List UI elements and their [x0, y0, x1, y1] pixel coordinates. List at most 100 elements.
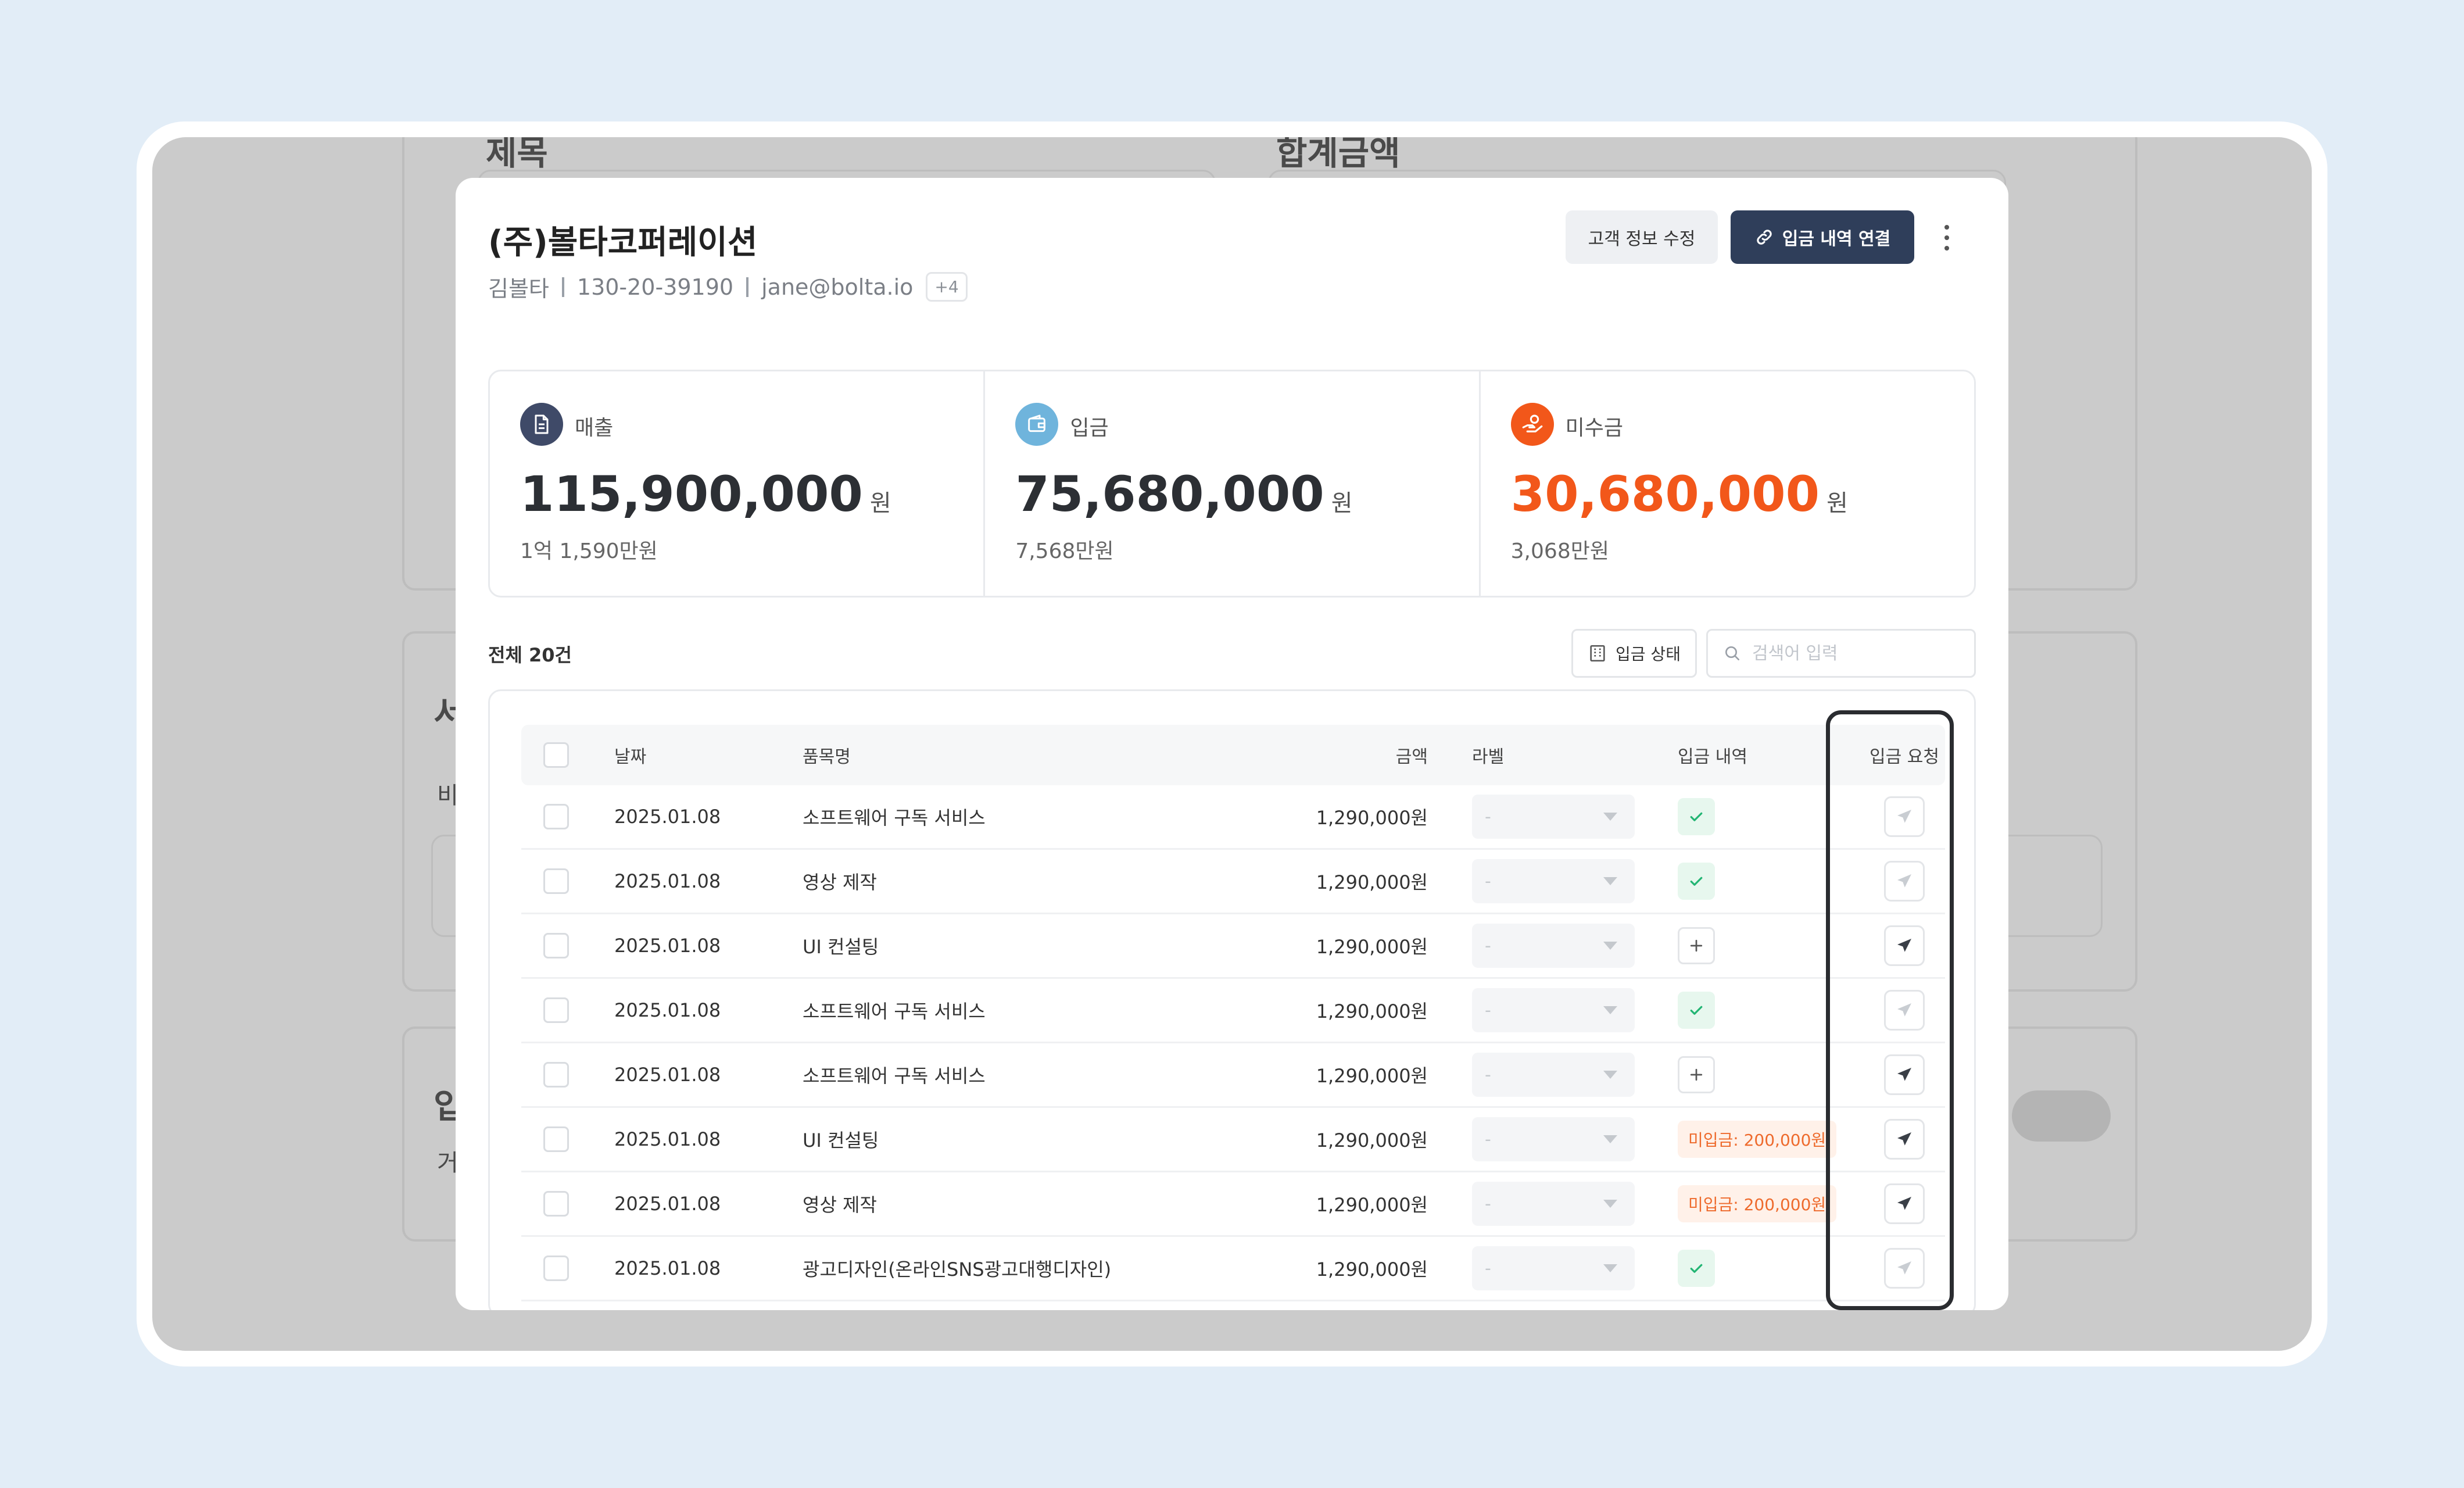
row-deposit-cell [1678, 850, 1715, 913]
unpaid-badge[interactable]: 미입금: 200,000원 [1678, 1185, 1837, 1222]
header-item: 품목명 [803, 747, 851, 767]
deposit-value-korean: 7,568만원 [1015, 539, 1114, 563]
customer-business-number: 130-20-39190 [576, 274, 734, 300]
deposit-matched-check-icon[interactable] [1678, 798, 1715, 835]
chevron-down-icon [1603, 942, 1617, 950]
row-date: 2025.01.08 [614, 1257, 721, 1279]
link-icon [1757, 230, 1772, 245]
row-date: 2025.01.08 [614, 806, 721, 828]
deposit-matched-check-icon[interactable] [1678, 1250, 1715, 1287]
receivable-card: 미수금 30,680,000 원 3,068만원 [1478, 371, 1974, 596]
row-label-cell: - [1472, 1172, 1635, 1235]
label-select-value: - [1485, 806, 1491, 827]
row-date: 2025.01.08 [614, 870, 721, 892]
label-select[interactable]: - [1472, 795, 1635, 839]
row-checkbox[interactable] [543, 1256, 569, 1281]
row-checkbox[interactable] [543, 1062, 569, 1088]
table-row[interactable]: 2025.01.08 소프트웨어 구독 서비스 1,290,000원 - [521, 1043, 1945, 1108]
row-item-name: UI 컨설팅 [803, 936, 879, 958]
table-row[interactable]: 2025.01.08 광고디자인(온라인SNS광고대행디자인) 1,290,000원… [521, 1237, 1945, 1301]
label-select[interactable]: - [1472, 1117, 1635, 1161]
row-item-name: 영상 제작 [803, 1194, 877, 1216]
row-amount: 1,290,000원 [1316, 807, 1428, 829]
row-checkbox[interactable] [543, 933, 569, 958]
unpaid-badge[interactable]: 미입금: 200,000원 [1678, 1121, 1837, 1158]
label-select[interactable]: - [1472, 1182, 1635, 1226]
chevron-down-icon [1603, 1264, 1617, 1272]
customer-email: jane@bolta.io [761, 274, 914, 300]
row-item-name: 소프트웨어 구독 서비스 [803, 807, 986, 829]
row-select-cell [543, 1172, 569, 1235]
row-deposit-cell [1678, 1043, 1715, 1106]
search-box[interactable] [1706, 629, 1976, 678]
row-checkbox[interactable] [543, 804, 569, 829]
label-select-value: - [1485, 1064, 1491, 1085]
row-amount: 1,290,000원 [1316, 1194, 1428, 1216]
sales-label: 매출 [575, 416, 614, 440]
row-select-cell [543, 914, 569, 977]
row-amount: 1,290,000원 [1316, 1000, 1428, 1022]
label-select-value: - [1485, 1258, 1491, 1279]
deposit-status-filter-button[interactable]: 입금 상태 [1571, 629, 1697, 678]
table-row[interactable]: 2025.01.08 UI 컨설팅 1,290,000원 - 미입금: 200,000원 [521, 1108, 1945, 1172]
chevron-down-icon [1603, 877, 1617, 885]
table-header: 날짜 품목명 금액 라벨 입금 내역 입금 요청 [521, 725, 1945, 785]
search-input[interactable] [1752, 643, 1961, 664]
row-label-cell: - [1472, 1237, 1635, 1300]
chevron-down-icon [1603, 1071, 1617, 1079]
background-toggle [2012, 1090, 2111, 1142]
select-all-checkbox[interactable] [543, 742, 569, 768]
header-deposit: 입금 내역 [1678, 747, 1747, 767]
chevron-down-icon [1603, 813, 1617, 821]
row-label-cell: - [1472, 850, 1635, 913]
chevron-down-icon [1603, 1200, 1617, 1208]
row-label-cell: - [1472, 914, 1635, 977]
label-select[interactable]: - [1472, 859, 1635, 903]
table-row[interactable]: 2025.01.08 소프트웨어 구독 서비스 1,290,000원 - [521, 979, 1945, 1043]
row-deposit-cell [1678, 914, 1715, 977]
row-deposit-cell: 미입금: 200,000원 [1678, 1108, 1837, 1171]
document-icon [520, 403, 563, 446]
row-checkbox[interactable] [543, 1191, 569, 1217]
edit-customer-button[interactable]: 고객 정보 수정 [1566, 210, 1718, 264]
row-checkbox[interactable] [543, 868, 569, 894]
label-select[interactable]: - [1472, 988, 1635, 1032]
label-select-value: - [1485, 1129, 1491, 1150]
row-select-cell [543, 785, 569, 848]
table-row[interactable]: 2025.01.08 UI 컨설팅 1,290,000원 - [521, 914, 1945, 979]
table-row[interactable]: 2025.01.08 영상 제작 1,290,000원 - [521, 850, 1945, 914]
link-deposit-label: 입금 내역 연결 [1782, 229, 1891, 249]
add-deposit-plus-icon[interactable] [1678, 1056, 1715, 1093]
row-date: 2025.01.08 [614, 1064, 721, 1086]
header-date: 날짜 [614, 747, 647, 767]
label-select-value: - [1485, 935, 1491, 956]
row-label-cell: - [1472, 785, 1635, 848]
label-select[interactable]: - [1472, 1246, 1635, 1290]
building-icon [1590, 645, 1605, 662]
row-date: 2025.01.08 [614, 1128, 721, 1150]
link-deposit-button[interactable]: 입금 내역 연결 [1731, 210, 1914, 264]
deposit-matched-check-icon[interactable] [1678, 863, 1715, 900]
label-select[interactable]: - [1472, 924, 1635, 968]
deposit-request-column-highlight [1826, 710, 1954, 1310]
row-item-name: 소프트웨어 구독 서비스 [803, 1065, 986, 1087]
row-date: 2025.01.08 [614, 1193, 721, 1215]
table-row[interactable]: 2025.01.08 소프트웨어 구독 서비스 1,290,000원 - [521, 785, 1945, 850]
row-checkbox[interactable] [543, 997, 569, 1023]
summary-cards: 매출 115,900,000 원 1억 1,590만원 입금 75,680,000… [488, 370, 1976, 598]
row-checkbox[interactable] [543, 1126, 569, 1152]
more-contacts-badge[interactable]: +4 [926, 272, 968, 302]
label-select[interactable]: - [1472, 1053, 1635, 1097]
row-deposit-cell [1678, 785, 1715, 848]
deposit-card: 입금 75,680,000 원 7,568만원 [983, 371, 1478, 596]
hand-coin-icon [1510, 403, 1554, 446]
table-row[interactable]: 2025.01.08 영상 제작 1,290,000원 - 미입금: 200,000원 [521, 1172, 1945, 1237]
deposit-matched-check-icon[interactable] [1678, 992, 1715, 1029]
row-date: 2025.01.08 [614, 999, 721, 1021]
row-select-cell [543, 1108, 569, 1171]
add-deposit-plus-icon[interactable] [1678, 927, 1715, 964]
row-item-name: UI 컨설팅 [803, 1129, 879, 1151]
more-options-icon[interactable] [1935, 219, 1958, 257]
row-deposit-cell [1678, 1237, 1715, 1300]
chevron-down-icon [1603, 1135, 1617, 1143]
